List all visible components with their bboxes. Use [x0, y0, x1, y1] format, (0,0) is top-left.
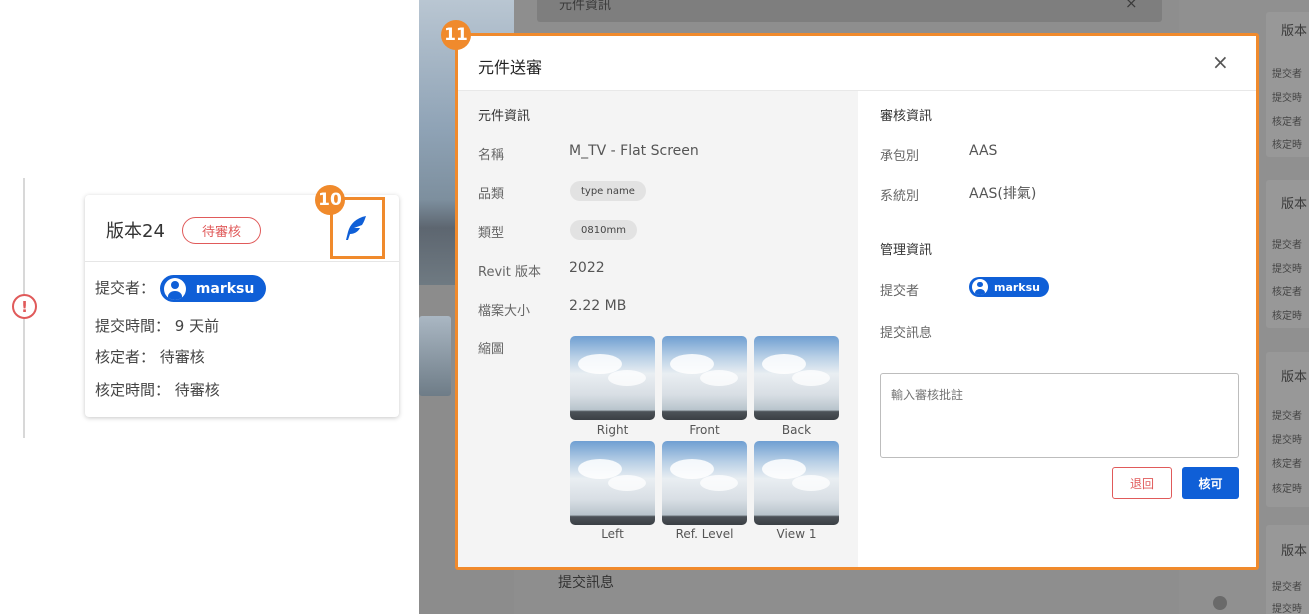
review-comment-input[interactable] — [880, 373, 1239, 458]
thumbnail-caption: View 1 — [776, 527, 817, 541]
contractor-value: AAS — [969, 143, 998, 159]
submitter-name: marksu — [994, 280, 1041, 294]
file-size-label: 檔案大小 — [478, 304, 531, 319]
thumbnail-image[interactable] — [662, 336, 747, 420]
system-label: 系統別 — [880, 189, 920, 204]
background-version-line: 提交者 — [1272, 240, 1302, 251]
background-version-title: 版本 — [1281, 544, 1308, 559]
thumbnail-caption: Front — [689, 423, 720, 437]
status-badge: 待審核 — [182, 217, 261, 244]
background-version-line: 核定者 — [1272, 287, 1302, 298]
background-version-line: 核定者 — [1272, 117, 1302, 128]
modal-header: 元件送審 × — [458, 36, 1256, 91]
callout-number-10: 10 — [315, 185, 345, 215]
thumbnail-image[interactable] — [570, 336, 655, 420]
alert-icon: ! — [12, 294, 37, 319]
quill-icon[interactable] — [342, 214, 370, 242]
thumbnail-image[interactable] — [570, 441, 655, 525]
contractor-label: 承包別 — [880, 149, 920, 164]
background-version-line: 提交時 — [1272, 264, 1302, 275]
background-version-line: 核定時 — [1272, 484, 1302, 495]
background-topbar — [537, 0, 1162, 22]
approver: 核定者： 待審核 — [95, 348, 205, 366]
component-info-panel: 元件資訊 名稱 M_TV - Flat Screen 品類 type name … — [458, 91, 858, 567]
background-version-line: 提交者 — [1272, 411, 1302, 422]
background-version-title: 版本 — [1281, 24, 1308, 39]
background-version-line: 提交時 — [1272, 435, 1302, 446]
revit-version-value: 2022 — [569, 260, 605, 276]
background-version-line: 核定者 — [1272, 459, 1302, 470]
background-bottom-text: 提交訊息 — [558, 575, 614, 591]
background-version-line: 提交時 — [1272, 93, 1302, 104]
type-tag: 0810mm — [570, 220, 637, 240]
thumbnail-caption: Left — [601, 527, 624, 541]
callout-number-11: 11 — [441, 20, 471, 50]
thumbnail-caption: Right — [596, 423, 629, 437]
submitter-chip[interactable]: marksu — [159, 275, 267, 302]
submitter-label: 提交者： — [95, 279, 156, 297]
thumbnail-image[interactable] — [662, 441, 747, 525]
submitter-row: 提交者： marksu — [95, 275, 267, 302]
modal-title: 元件送審 — [478, 58, 543, 77]
thumbnail-label: 縮圖 — [478, 342, 505, 357]
file-size-value: 2.22 MB — [569, 298, 627, 314]
component-review-modal: 元件送審 × 元件資訊 名稱 M_TV - Flat Screen 品類 typ… — [455, 33, 1259, 570]
review-info-panel: 審核資訊 承包別 AAS 系統別 AAS(排氣) 管理資訊 提交者 marksu… — [858, 91, 1256, 567]
name-label: 名稱 — [478, 148, 505, 163]
family-label: 品類 — [478, 187, 505, 202]
background-version-line: 提交者 — [1272, 582, 1302, 593]
submit-message-label: 提交訊息 — [880, 326, 933, 341]
submit-time: 提交時間： 9 天前 — [95, 317, 220, 335]
family-tag: type name — [570, 181, 646, 201]
background-close-icon: × — [1125, 0, 1138, 12]
background-version-title: 版本 — [1281, 370, 1308, 385]
submitter-chip[interactable]: marksu — [969, 277, 1050, 297]
review-info-heading: 審核資訊 — [880, 109, 933, 124]
background-version-line: 核定時 — [1272, 140, 1302, 151]
approve-button[interactable]: 核可 — [1182, 467, 1239, 499]
version-title: 版本24 — [106, 221, 165, 242]
background-version-line: 核定時 — [1272, 311, 1302, 322]
type-label: 類型 — [478, 226, 505, 241]
thumbnail-image[interactable] — [754, 441, 839, 525]
thumbnail-caption: Ref. Level — [675, 527, 734, 541]
management-info-heading: 管理資訊 — [880, 243, 933, 258]
background-top-text: 元件資訊 — [559, 0, 612, 13]
background-scroll-handle — [1213, 596, 1227, 610]
component-info-heading: 元件資訊 — [478, 109, 531, 124]
return-button[interactable]: 退回 — [1112, 467, 1172, 499]
name-value: M_TV - Flat Screen — [569, 143, 699, 159]
revit-version-label: Revit 版本 — [478, 265, 541, 280]
submitter-label: 提交者 — [880, 284, 920, 299]
background-version-title: 版本 — [1281, 197, 1308, 212]
submitter-name: marksu — [195, 280, 255, 297]
background-thumb — [431, 316, 451, 396]
approve-time: 核定時間： 待審核 — [95, 381, 220, 399]
user-avatar-icon — [163, 277, 186, 300]
background-version-line: 提交者 — [1272, 69, 1302, 80]
thumbnail-image[interactable] — [754, 336, 839, 420]
system-value: AAS(排氣) — [969, 186, 1037, 202]
user-avatar-icon — [972, 279, 988, 295]
close-icon[interactable]: × — [1212, 50, 1229, 74]
thumbnail-caption: Back — [781, 423, 812, 437]
background-version-line: 提交時 — [1272, 604, 1302, 614]
